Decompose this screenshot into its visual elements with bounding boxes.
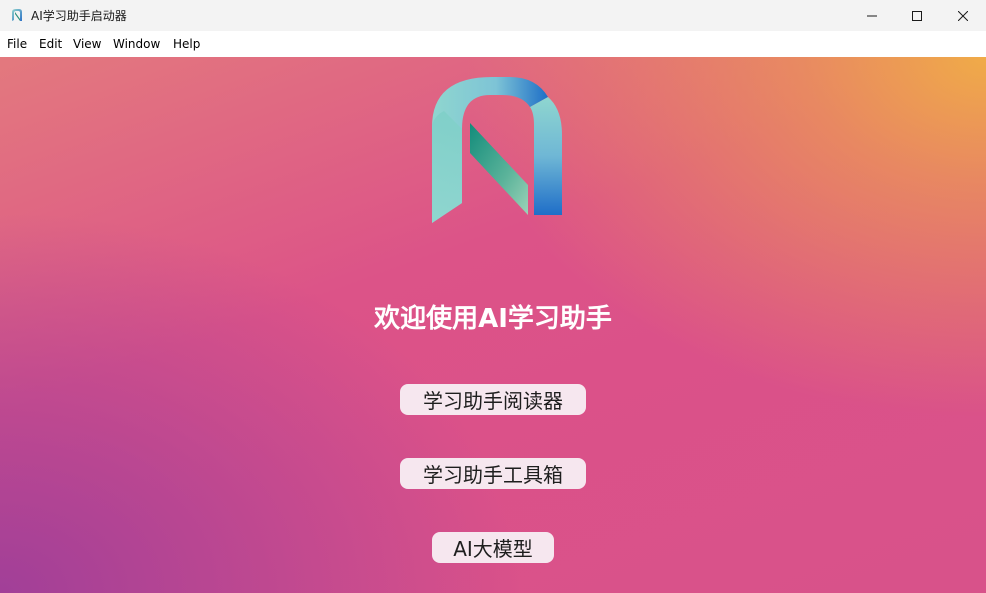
- menu-help[interactable]: Help: [173, 37, 200, 51]
- close-button[interactable]: [940, 0, 986, 31]
- title-bar[interactable]: AI学习助手启动器: [0, 0, 986, 31]
- menu-edit[interactable]: Edit: [39, 37, 62, 51]
- welcome-title: 欢迎使用AI学习助手: [374, 304, 612, 334]
- menu-file[interactable]: File: [7, 37, 27, 51]
- menu-window[interactable]: Window: [113, 37, 160, 51]
- reader-button[interactable]: 学习助手阅读器: [400, 384, 586, 415]
- menu-bar: File Edit View Window Help: [0, 31, 986, 57]
- n-logo-icon: [12, 9, 22, 21]
- close-icon: [958, 10, 968, 21]
- minimize-icon: [867, 15, 877, 16]
- menu-view[interactable]: View: [73, 37, 101, 51]
- ai-model-button[interactable]: AI大模型: [432, 532, 554, 563]
- toolbox-button[interactable]: 学习助手工具箱: [400, 458, 586, 489]
- window-title: AI学习助手启动器: [31, 9, 127, 23]
- maximize-icon: [912, 10, 922, 21]
- minimize-button[interactable]: [849, 0, 895, 31]
- main-content: 欢迎使用AI学习助手 学习助手阅读器 学习助手工具箱 AI大模型: [0, 57, 986, 593]
- maximize-button[interactable]: [894, 0, 940, 31]
- app-window: AI学习助手启动器 File Edit View Window Help 欢迎使…: [0, 0, 986, 593]
- n-logo-icon: [432, 77, 562, 223]
